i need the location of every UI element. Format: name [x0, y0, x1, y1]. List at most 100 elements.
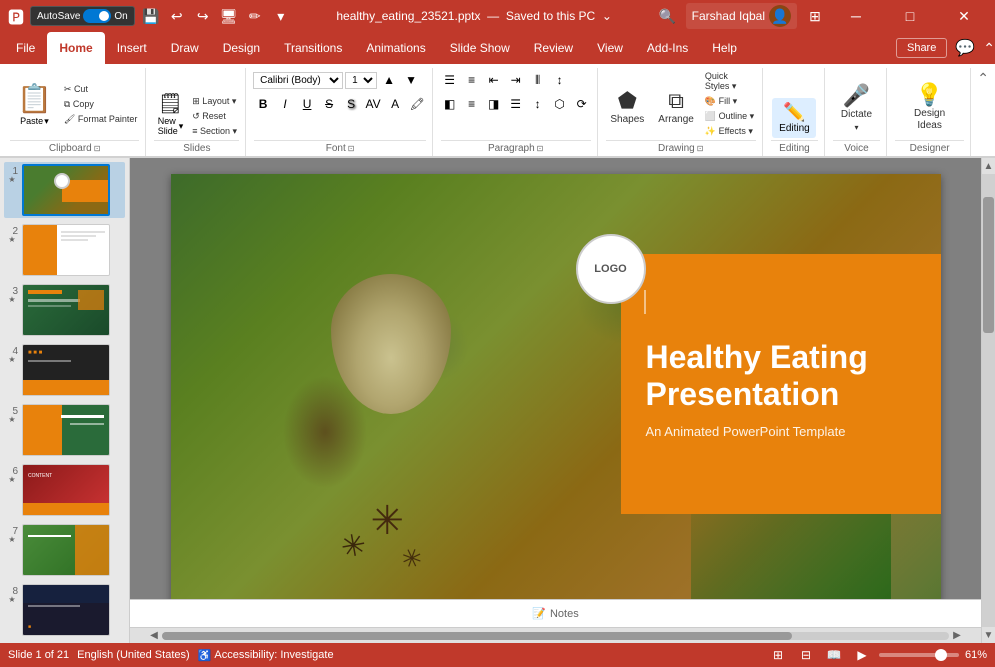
cut-button[interactable]: ✂ Cut — [61, 83, 140, 96]
tab-view[interactable]: View — [585, 32, 635, 64]
char-spacing-button[interactable]: AV — [363, 94, 383, 114]
shadow-button[interactable]: S — [341, 94, 361, 114]
increase-font-icon[interactable]: ▲ — [379, 70, 399, 90]
canvas-scroll-container[interactable]: ✳ ✳ ✳ LOGO Healthy Eating Presentation A… — [130, 158, 981, 599]
columns-button[interactable]: ⫴ — [528, 70, 548, 90]
slide-thumb-5[interactable]: 5 ★ — [4, 402, 125, 458]
presentation-icon[interactable]: 🖥 — [219, 6, 239, 26]
slide-thumb-2[interactable]: 2 ★ — [4, 222, 125, 278]
shape-effects-button[interactable]: ✨ Effects ▾ — [702, 125, 757, 138]
convert-smartart-button[interactable]: ⟳ — [572, 94, 592, 114]
shape-fill-button[interactable]: 🎨 Fill ▾ — [702, 95, 757, 108]
redo-icon[interactable]: ↪ — [193, 6, 213, 26]
paragraph-expand-icon[interactable]: ⊡ — [537, 144, 544, 153]
align-center-button[interactable]: ≡ — [462, 94, 482, 114]
decrease-font-icon[interactable]: ▼ — [401, 70, 421, 90]
normal-view-button[interactable]: ⊞ — [767, 646, 789, 664]
reset-button[interactable]: ↺ Reset — [189, 110, 240, 123]
reading-view-button[interactable]: 📖 — [823, 646, 845, 664]
scroll-left-button[interactable]: ◀ — [146, 628, 162, 644]
font-size-select[interactable]: 18 — [345, 72, 377, 89]
minimize-button[interactable]: ─ — [833, 0, 879, 32]
font-expand-icon[interactable]: ⊡ — [348, 144, 355, 153]
slide-panel[interactable]: 1 ★ 2 ★ — [0, 158, 130, 643]
italic-button[interactable]: I — [275, 94, 295, 114]
tab-home[interactable]: Home — [47, 32, 104, 64]
v-scrollbar-track[interactable] — [982, 174, 995, 627]
bold-button[interactable]: B — [253, 94, 273, 114]
justify-button[interactable]: ☰ — [506, 94, 526, 114]
clipboard-expand-icon[interactable]: ⊡ — [94, 144, 101, 153]
strikethrough-button[interactable]: S — [319, 94, 339, 114]
tab-animations[interactable]: Animations — [354, 32, 437, 64]
scroll-up-button[interactable]: ▲ — [982, 158, 995, 174]
close-button[interactable]: ✕ — [941, 0, 987, 32]
more-tools-icon[interactable]: ✏ — [245, 6, 265, 26]
slide-thumb-3[interactable]: 3 ★ — [4, 282, 125, 338]
drawing-expand-icon[interactable]: ⊡ — [697, 144, 704, 153]
save-icon[interactable]: 💾 — [141, 6, 161, 26]
vertical-scrollbar[interactable]: ▲ ▼ — [981, 158, 995, 643]
slide-thumb-1[interactable]: 1 ★ — [4, 162, 125, 218]
shapes-button[interactable]: ⬟ Shapes — [604, 78, 650, 138]
text-direction-button[interactable]: ↕ — [550, 70, 570, 90]
ribbon-expand-icon[interactable]: ⌃ — [977, 70, 989, 86]
font-color-button[interactable]: A — [385, 94, 405, 114]
slide-thumb-6[interactable]: 6 ★ CONTENT — [4, 462, 125, 518]
h-scrollbar-track[interactable] — [162, 632, 949, 640]
section-button[interactable]: ≡ Section ▾ — [189, 125, 240, 138]
slide-thumb-4[interactable]: 4 ★ ■ ■ ■ — [4, 342, 125, 398]
tab-review[interactable]: Review — [522, 32, 585, 64]
bullet-list-button[interactable]: ☰ — [440, 70, 460, 90]
scroll-right-button[interactable]: ▶ — [949, 628, 965, 644]
slide-sorter-button[interactable]: ⊟ — [795, 646, 817, 664]
underline-button[interactable]: U — [297, 94, 317, 114]
ribbon-collapse-icon[interactable]: ⌃ — [983, 40, 995, 57]
share-button[interactable]: Share — [896, 38, 947, 58]
canvas-area[interactable]: ✳ ✳ ✳ LOGO Healthy Eating Presentation A… — [130, 158, 981, 643]
tab-file[interactable]: File — [4, 32, 47, 64]
zoom-slider[interactable] — [879, 653, 959, 657]
slide-thumb-8[interactable]: 8 ★ ■ — [4, 582, 125, 638]
horizontal-scrollbar[interactable]: ◀ ▶ — [130, 627, 981, 643]
tab-design[interactable]: Design — [211, 32, 272, 64]
v-scrollbar-thumb[interactable] — [983, 197, 994, 333]
editing-mode-button[interactable]: ✏️ Editing — [772, 98, 816, 138]
new-window-icon[interactable]: ⊞ — [805, 6, 825, 26]
copy-button[interactable]: ⧉ Copy — [61, 98, 140, 111]
highlight-button[interactable]: 🖍 — [407, 94, 427, 114]
dropdown-icon[interactable]: ▾ — [271, 6, 291, 26]
shape-outline-button[interactable]: ⬜ Outline ▾ — [702, 110, 757, 123]
increase-indent-button[interactable]: ⇥ — [506, 70, 526, 90]
paste-button[interactable]: 📋 Paste ▾ — [9, 70, 60, 138]
align-left-button[interactable]: ◧ — [440, 94, 460, 114]
notes-bar[interactable]: 📝 Notes — [130, 599, 981, 627]
quick-styles-button[interactable]: QuickStyles ▾ — [702, 70, 757, 93]
autosave-button[interactable]: AutoSave On — [30, 6, 135, 26]
zoom-thumb[interactable] — [935, 649, 947, 661]
align-right-button[interactable]: ◨ — [484, 94, 504, 114]
accessibility-button[interactable]: ♿ Accessibility: Investigate — [198, 649, 334, 662]
restore-button[interactable]: □ — [887, 0, 933, 32]
font-family-select[interactable]: Calibri (Body) — [253, 72, 343, 89]
user-badge[interactable]: Farshad Iqbal 👤 — [686, 3, 797, 29]
h-scrollbar-thumb[interactable] — [162, 632, 792, 640]
autosave-toggle[interactable] — [83, 9, 111, 23]
decrease-indent-button[interactable]: ⇤ — [484, 70, 504, 90]
dictate-button[interactable]: 🎤 Dictate ▾ — [835, 78, 878, 138]
slideshow-view-button[interactable]: ▶ — [851, 646, 873, 664]
smartart-button[interactable]: ⬡ — [550, 94, 570, 114]
scroll-down-button[interactable]: ▼ — [982, 627, 995, 643]
tab-help[interactable]: Help — [700, 32, 749, 64]
design-ideas-button[interactable]: 💡 Design Ideas — [895, 78, 964, 138]
undo-icon[interactable]: ↩ — [167, 6, 187, 26]
tab-insert[interactable]: Insert — [105, 32, 159, 64]
tab-transitions[interactable]: Transitions — [272, 32, 354, 64]
tab-draw[interactable]: Draw — [159, 32, 211, 64]
layout-button[interactable]: ⊞ Layout ▾ — [189, 95, 240, 108]
arrange-button[interactable]: ⧉ Arrange — [652, 78, 700, 138]
format-painter-button[interactable]: 🖌 Format Painter — [61, 113, 140, 126]
numbered-list-button[interactable]: ≡ — [462, 70, 482, 90]
new-slide-button[interactable]: 🗒 NewSlide ▾ — [154, 89, 188, 138]
search-icon[interactable]: 🔍 — [658, 6, 678, 26]
